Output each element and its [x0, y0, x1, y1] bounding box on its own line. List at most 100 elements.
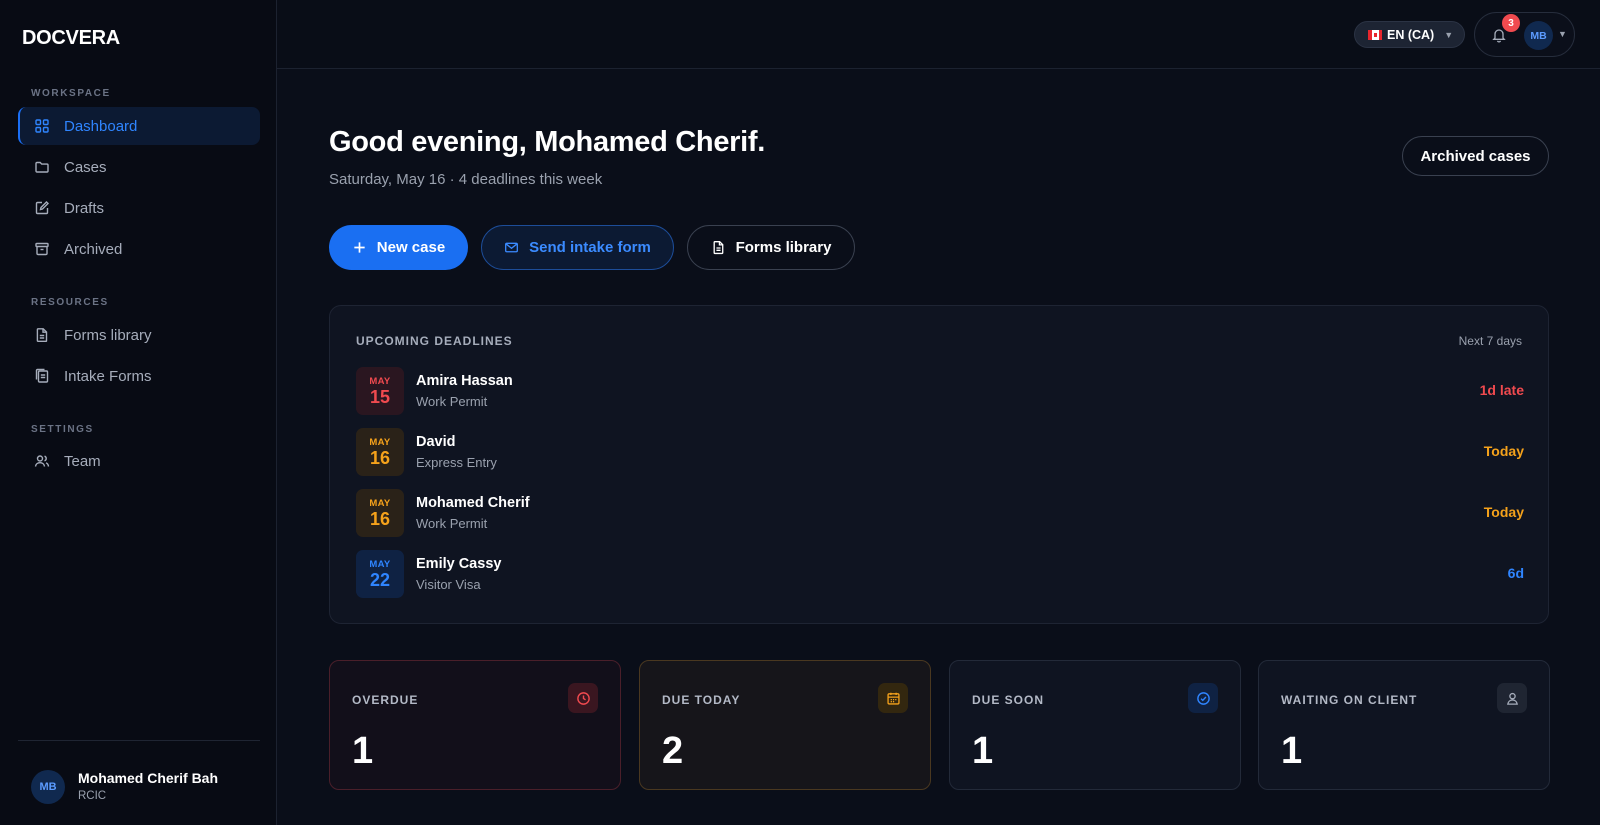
document-icon — [713, 241, 723, 255]
deadline-status: 1d late — [1479, 382, 1524, 398]
sidebar-item-drafts[interactable]: Drafts — [18, 189, 260, 227]
deadline-status: 6d — [1507, 565, 1524, 581]
stat-value: 1 — [1281, 730, 1303, 772]
deadline-row[interactable]: MAY 16 David Express Entry Today — [356, 428, 1524, 476]
clock-icon — [576, 691, 590, 705]
avatar[interactable]: MB — [31, 770, 65, 804]
date-badge: MAY 16 — [356, 428, 404, 476]
date-day: 15 — [369, 386, 391, 407]
grid-icon — [35, 119, 49, 133]
case-type: Express Entry — [416, 455, 497, 470]
sidebar-divider — [18, 740, 260, 741]
stat-label: DUE TODAY — [662, 693, 741, 707]
sidebar-item-cases[interactable]: Cases — [18, 148, 260, 186]
app-logo: DOCVERA — [22, 27, 120, 49]
forms-library-button[interactable]: Forms library — [687, 225, 855, 270]
client-name: Mohamed Cherif — [416, 495, 530, 511]
forms-library-label: Forms library — [735, 239, 832, 256]
sidebar-item-label: Drafts — [64, 199, 105, 217]
date-month: MAY — [369, 436, 391, 448]
date-month: MAY — [369, 497, 391, 509]
date-badge: MAY 16 — [356, 489, 404, 537]
stat-label: WAITING ON CLIENT — [1281, 693, 1418, 707]
stat-card-due-today[interactable]: DUE TODAY 2 — [639, 660, 931, 790]
upcoming-deadlines-card: UPCOMING DEADLINES Next 7 days MAY 15 Am… — [329, 305, 1549, 624]
section-label-workspace: WORKSPACE — [31, 88, 111, 99]
chevron-down-icon: ▼ — [1558, 29, 1567, 39]
sidebar-item-dashboard[interactable]: Dashboard — [18, 107, 260, 145]
stat-value: 1 — [972, 730, 994, 772]
sidebar-item-label: Team — [64, 452, 101, 470]
calendar-icon — [886, 692, 900, 705]
date-day: 16 — [369, 508, 391, 529]
stat-card-waiting-on-client[interactable]: WAITING ON CLIENT 1 — [1258, 660, 1550, 790]
deadline-row[interactable]: MAY 15 Amira Hassan Work Permit 1d late — [356, 367, 1524, 415]
pencil-icon — [35, 201, 49, 215]
stat-icon-wrap — [878, 683, 908, 713]
date-badge: MAY 22 — [356, 550, 404, 598]
stat-value: 1 — [352, 730, 374, 772]
sidebar-item-forms-library[interactable]: Forms library — [18, 316, 260, 354]
stat-label: DUE SOON — [972, 693, 1045, 707]
language-label: EN (CA) — [1387, 27, 1435, 42]
deadline-row[interactable]: MAY 22 Emily Cassy Visitor Visa 6d — [356, 550, 1524, 598]
sidebar-item-label: Forms library — [64, 326, 152, 344]
client-name: Amira Hassan — [416, 373, 513, 389]
users-icon — [34, 455, 50, 467]
stat-value: 2 — [662, 730, 684, 772]
sidebar-item-label: Intake Forms — [64, 367, 152, 385]
canada-flag-icon — [1368, 29, 1382, 40]
case-type: Work Permit — [416, 394, 488, 409]
sidebar-item-label: Archived — [64, 240, 123, 258]
archive-icon — [35, 242, 49, 256]
deadlines-title: UPCOMING DEADLINES — [356, 334, 513, 348]
section-label-settings: SETTINGS — [31, 424, 94, 435]
stat-icon-wrap — [1188, 683, 1218, 713]
clipboard-icon — [35, 368, 49, 383]
page-title: Good evening, Mohamed Cherif. — [329, 126, 766, 158]
date-day: 16 — [369, 447, 391, 468]
sidebar: DOCVERA WORKSPACE Dashboard Cases Drafts… — [0, 0, 277, 825]
deadline-row[interactable]: MAY 16 Mohamed Cherif Work Permit Today — [356, 489, 1524, 537]
user-icon — [1506, 692, 1518, 705]
archived-cases-button[interactable]: Archived cases — [1402, 136, 1549, 176]
stat-icon-wrap — [568, 683, 598, 713]
client-name: David — [416, 434, 456, 450]
mail-icon — [505, 242, 519, 253]
stat-card-overdue[interactable]: OVERDUE 1 — [329, 660, 621, 790]
chevron-down-icon: ▼ — [1444, 29, 1454, 40]
avatar[interactable]: MB — [1524, 21, 1553, 50]
deadlines-range: Next 7 days — [1458, 334, 1522, 348]
client-name: Emily Cassy — [416, 556, 502, 572]
language-selector[interactable]: EN (CA) ▼ — [1354, 21, 1465, 48]
date-day: 22 — [369, 569, 391, 590]
send-intake-form-button[interactable]: Send intake form — [481, 225, 674, 270]
user-menu[interactable]: 3 MB ▼ — [1474, 12, 1575, 57]
stat-icon-wrap — [1497, 683, 1527, 713]
user-name: Mohamed Cherif Bah — [78, 770, 219, 786]
page-subtitle: Saturday, May 16 · 4 deadlines this week — [329, 171, 603, 188]
new-case-button[interactable]: New case — [329, 225, 468, 270]
plus-icon — [354, 242, 365, 253]
case-type: Visitor Visa — [416, 577, 481, 592]
case-type: Work Permit — [416, 516, 488, 531]
sidebar-item-intake-forms[interactable]: Intake Forms — [18, 357, 260, 395]
sidebar-item-label: Dashboard — [64, 117, 138, 135]
check-circle-icon — [1196, 691, 1210, 705]
sidebar-item-archived[interactable]: Archived — [18, 230, 260, 268]
stat-card-due-soon[interactable]: DUE SOON 1 — [949, 660, 1241, 790]
notification-badge: 3 — [1502, 14, 1520, 32]
date-month: MAY — [369, 558, 391, 570]
date-month: MAY — [369, 375, 391, 387]
date-badge: MAY 15 — [356, 367, 404, 415]
section-label-resources: RESOURCES — [31, 297, 109, 308]
deadline-status: Today — [1483, 504, 1524, 520]
document-icon — [36, 328, 48, 342]
new-case-label: New case — [376, 239, 446, 256]
send-intake-form-label: Send intake form — [529, 239, 651, 256]
folder-icon — [35, 161, 49, 173]
sidebar-item-team[interactable]: Team — [18, 442, 260, 480]
stat-label: OVERDUE — [352, 693, 419, 707]
deadline-status: Today — [1483, 443, 1524, 459]
user-role: RCIC — [78, 790, 107, 802]
